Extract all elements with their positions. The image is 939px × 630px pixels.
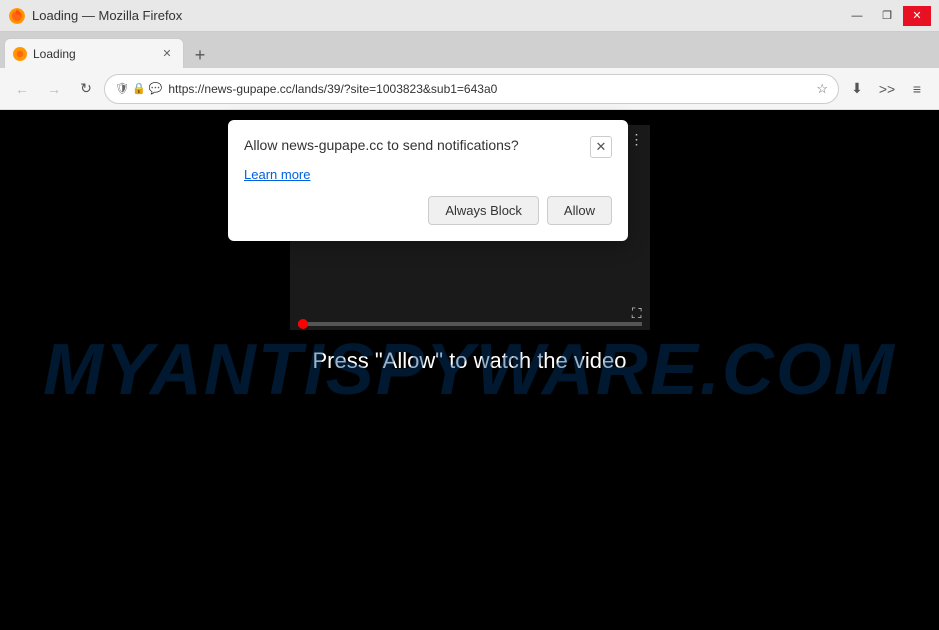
page-content: MYANTISPYWARE.COM ∨ ≡ ↗ ⋮ ⏮ ▶ ⏭ ⛶ Press … [0, 110, 939, 630]
allow-button[interactable]: Allow [547, 196, 612, 225]
back-button[interactable]: ← [8, 75, 36, 103]
tabbar: Loading ✕ + [0, 32, 939, 68]
shield-icon: 🛡 [115, 82, 129, 95]
always-block-button[interactable]: Always Block [428, 196, 539, 225]
overflow-button[interactable]: >> [873, 75, 901, 103]
tab-label: Loading [33, 47, 153, 61]
close-button[interactable]: ✕ [903, 6, 931, 26]
address-bar[interactable]: 🛡 🔒 💬 https://news-gupape.cc/lands/39/?s… [104, 74, 839, 104]
notification-icon: 💬 [149, 82, 163, 95]
fullscreen-button[interactable]: ⛶ [632, 305, 642, 322]
forward-button[interactable]: → [40, 75, 68, 103]
notification-popup: Allow news-gupape.cc to send notificatio… [228, 120, 628, 241]
video-bottom-bar [290, 318, 650, 330]
firefox-logo [8, 7, 26, 25]
titlebar-left: Loading — Mozilla Firefox [8, 7, 182, 25]
popup-header: Allow news-gupape.cc to send notificatio… [244, 136, 612, 158]
titlebar-title: Loading — Mozilla Firefox [32, 8, 182, 23]
press-allow-text: Press "Allow" to watch the video [313, 348, 627, 374]
reload-button[interactable]: ↻ [72, 75, 100, 103]
tab-close-button[interactable]: ✕ [159, 46, 175, 62]
learn-more-link[interactable]: Learn more [244, 167, 310, 182]
toolbar-right: ⬇ >> ≡ [843, 75, 931, 103]
menu-button[interactable]: ≡ [903, 75, 931, 103]
popup-buttons: Always Block Allow [244, 196, 612, 225]
progress-bar[interactable] [298, 322, 642, 326]
address-icons: 🛡 🔒 💬 [115, 82, 162, 95]
popup-title: Allow news-gupape.cc to send notificatio… [244, 136, 519, 156]
tab-loading[interactable]: Loading ✕ [4, 38, 184, 68]
tab-favicon [13, 47, 27, 61]
bookmark-star-icon[interactable]: ☆ [816, 81, 828, 97]
navbar: ← → ↻ 🛡 🔒 💬 https://news-gupape.cc/lands… [0, 68, 939, 110]
lock-icon: 🔒 [132, 82, 146, 95]
address-text: https://news-gupape.cc/lands/39/?site=10… [168, 82, 810, 96]
progress-indicator [298, 319, 308, 329]
more-options-icon[interactable]: ⋮ [630, 131, 644, 148]
titlebar: Loading — Mozilla Firefox — ❐ ✕ [0, 0, 939, 32]
titlebar-controls: — ❐ ✕ [843, 6, 931, 26]
minimize-button[interactable]: — [843, 6, 871, 26]
download-button[interactable]: ⬇ [843, 75, 871, 103]
restore-button[interactable]: ❐ [873, 6, 901, 26]
popup-close-button[interactable]: ✕ [590, 136, 612, 158]
new-tab-button[interactable]: + [186, 42, 214, 68]
